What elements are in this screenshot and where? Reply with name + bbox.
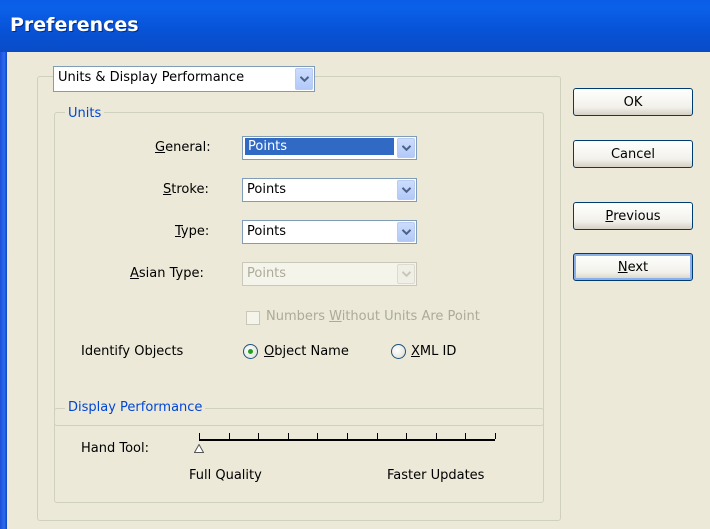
slider-tick [258, 433, 259, 439]
display-performance-group-label: Display Performance [65, 400, 206, 415]
hand-tool-label: Hand Tool: [81, 441, 149, 456]
object-name-label[interactable]: Object Name [264, 344, 349, 359]
stroke-units-select[interactable]: Points [242, 178, 417, 202]
chevron-down-icon[interactable] [397, 180, 415, 200]
xml-id-radio[interactable] [391, 344, 406, 359]
type-label: Type: [175, 224, 210, 239]
xml-id-label[interactable]: XML ID [411, 344, 456, 359]
chevron-down-icon[interactable] [397, 222, 415, 242]
slider-tick [229, 433, 230, 439]
faster-updates-label: Faster Updates [387, 468, 485, 483]
slider-tick [317, 433, 318, 439]
slider-thumb[interactable] [194, 444, 204, 453]
radio-selected-dot [248, 349, 253, 354]
ok-button[interactable]: OK [573, 88, 693, 116]
slider-tick [495, 433, 496, 439]
asian-type-units-value: Points [247, 266, 287, 281]
slider-tick [406, 433, 407, 439]
previous-button[interactable]: Previous [573, 202, 693, 230]
asian-type-units-select: Points [242, 262, 417, 286]
type-units-value: Points [247, 224, 287, 239]
next-button[interactable]: Next [573, 253, 693, 281]
slider-tick [288, 433, 289, 439]
full-quality-label: Full Quality [189, 468, 262, 483]
slider-tick [347, 433, 348, 439]
chevron-down-icon [397, 264, 415, 284]
general-label: General: [155, 140, 211, 155]
dialog-body: Units & Display Performance Units Genera… [7, 52, 710, 529]
stroke-label: Stroke: [163, 182, 209, 197]
window-border [0, 52, 7, 529]
title-bar: Preferences [0, 0, 710, 52]
identify-objects-label: Identify Objects [81, 344, 184, 359]
section-select[interactable]: Units & Display Performance [53, 66, 315, 92]
slider-tick [199, 433, 200, 439]
units-group-label: Units [65, 106, 105, 121]
cancel-button[interactable]: Cancel [573, 140, 693, 168]
hand-tool-slider[interactable] [199, 439, 495, 441]
numbers-without-units-checkbox [246, 311, 260, 325]
stroke-units-value: Points [247, 182, 287, 197]
general-units-select[interactable]: Points [242, 136, 417, 160]
object-name-radio[interactable] [243, 344, 258, 359]
general-units-value: Points [245, 138, 394, 155]
chevron-down-icon[interactable] [295, 68, 313, 90]
chevron-down-icon[interactable] [397, 138, 415, 158]
slider-tick [436, 433, 437, 439]
slider-tick [465, 433, 466, 439]
asian-type-label: Asian Type: [130, 266, 204, 281]
window-title: Preferences [10, 14, 139, 36]
numbers-without-units-label: Numbers Without Units Are Point [266, 309, 480, 324]
section-select-value: Units & Display Performance [58, 70, 245, 85]
slider-tick [377, 433, 378, 439]
type-units-select[interactable]: Points [242, 220, 417, 244]
